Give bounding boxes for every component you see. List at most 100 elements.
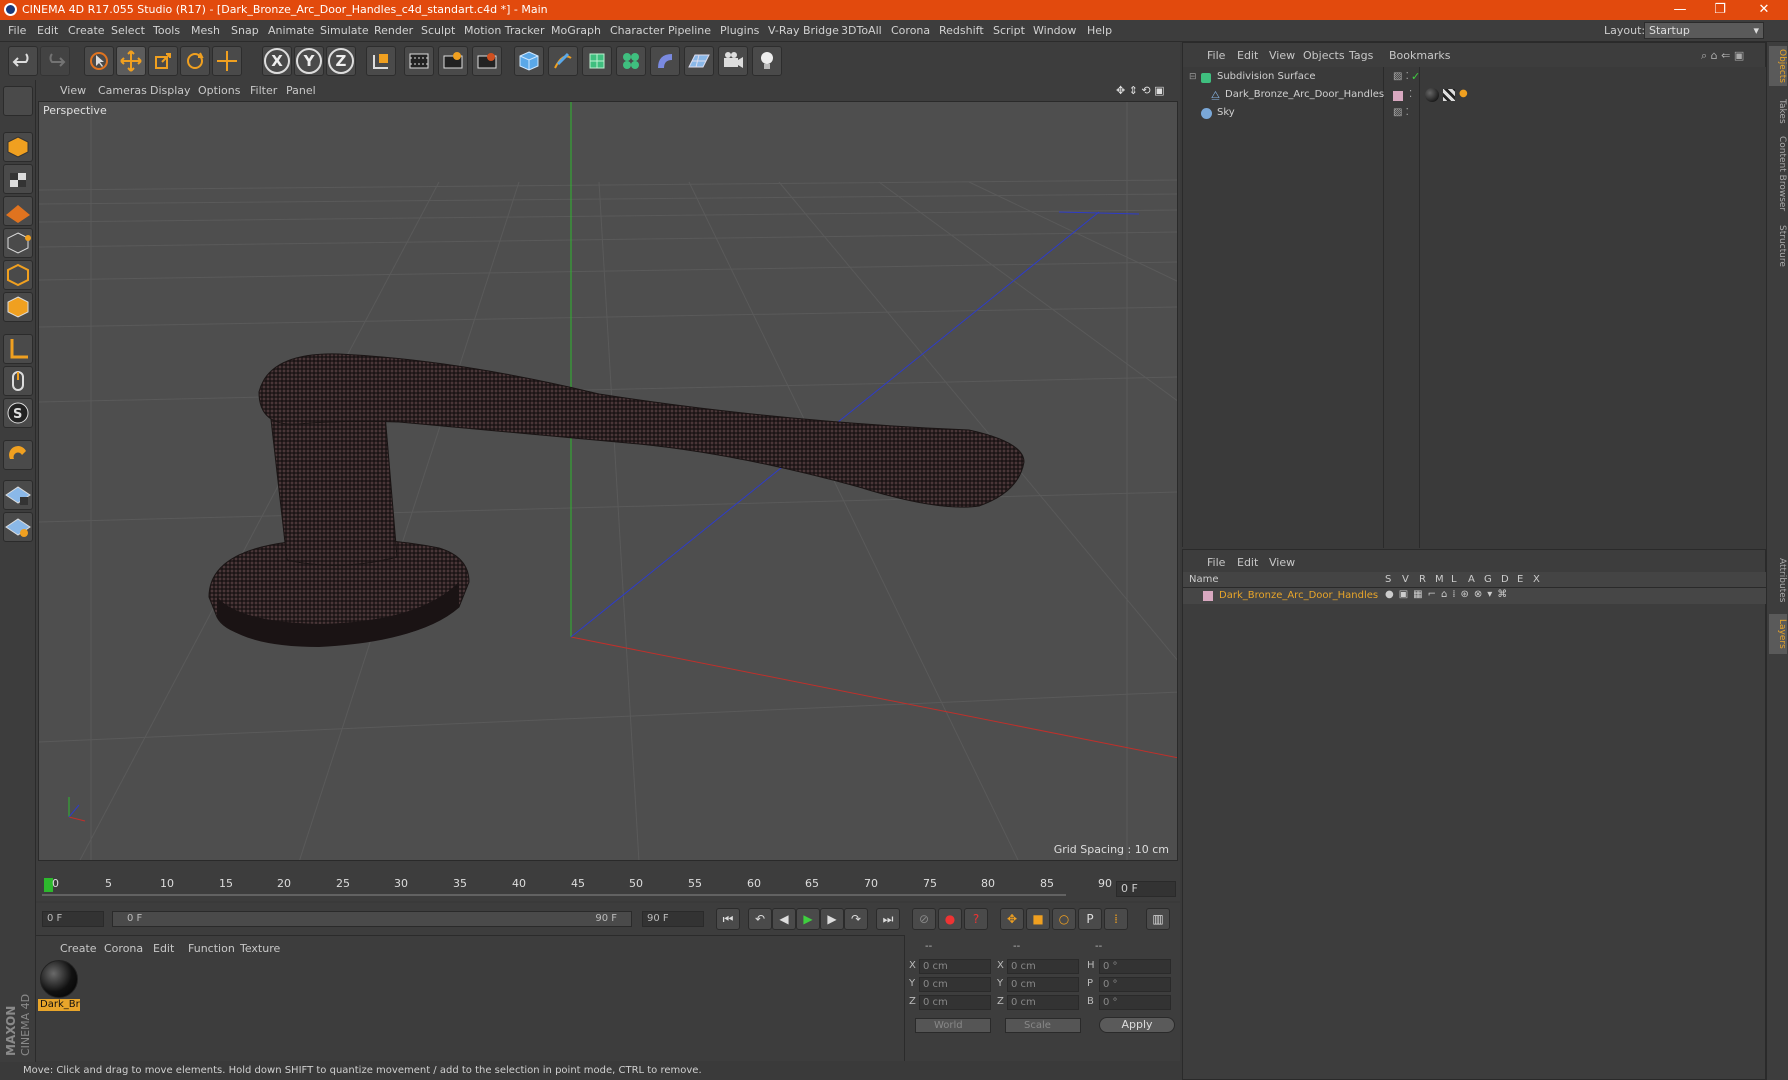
menu-file[interactable]: File (8, 24, 26, 37)
next-key-icon[interactable]: ↷ (844, 908, 868, 930)
texture-tag-icon[interactable] (1443, 89, 1455, 101)
layer-row-door-handles[interactable]: Dark_Bronze_Arc_Door_Handles ●▣▦⌐⌂⁞⊛⊗▾⌘ (1183, 588, 1767, 604)
tab-objects[interactable]: Objects (1769, 46, 1787, 86)
keyframe-selection-icon[interactable]: ? (964, 908, 988, 930)
material-name-label[interactable]: Dark_Br (38, 999, 80, 1011)
solo-mode-icon[interactable]: S (3, 398, 33, 428)
material-tag-icon[interactable] (1425, 88, 1439, 102)
layout-dropdown[interactable]: Startup (1644, 22, 1764, 39)
enabled-check-icon[interactable]: ✓ (1411, 70, 1420, 83)
key-position-icon[interactable]: ✥ (1000, 908, 1024, 930)
coordinate-space-dropdown[interactable]: World (915, 1018, 991, 1033)
frame-range-slider[interactable]: 0 F 90 F (112, 911, 632, 927)
size-x-field[interactable]: 0 cm (1007, 959, 1079, 974)
object-manager-nav-icons[interactable]: ⌕ ⌂ ⇐ ▣ (1701, 49, 1744, 63)
live-selection-icon[interactable] (212, 46, 242, 76)
redo-icon[interactable] (40, 46, 70, 76)
camera-icon[interactable] (718, 46, 748, 76)
material-menu-create[interactable]: Create (60, 942, 97, 955)
object-menu-bookmarks[interactable]: Bookmarks (1389, 49, 1450, 62)
layer-col-solo[interactable]: S (1385, 574, 1391, 585)
floor-icon[interactable] (684, 46, 714, 76)
rotation-h-field[interactable]: 0 ° (1099, 959, 1171, 974)
layer-menu-view[interactable]: View (1269, 556, 1295, 569)
key-parameter-icon[interactable]: P (1078, 908, 1102, 930)
menu-help[interactable]: Help (1087, 24, 1112, 37)
menu-script[interactable]: Script (993, 24, 1025, 37)
subdivision-surface-icon[interactable] (582, 46, 612, 76)
object-menu-edit[interactable]: Edit (1237, 49, 1258, 62)
go-to-start-icon[interactable]: ⏮ (716, 908, 740, 930)
restore-button[interactable]: ❐ (1700, 1, 1740, 19)
viewport-menu-cameras[interactable]: Cameras (98, 84, 147, 97)
layer-color-swatch[interactable] (1203, 591, 1213, 601)
layer-menu-file[interactable]: File (1207, 556, 1225, 569)
menu-motion-tracker[interactable]: Motion Tracker (464, 24, 544, 37)
rotate-icon[interactable] (180, 46, 210, 76)
material-menu-edit[interactable]: Edit (153, 942, 174, 955)
layer-name[interactable]: Dark_Bronze_Arc_Door_Handles (1219, 590, 1378, 601)
previous-key-icon[interactable]: ↶ (748, 908, 772, 930)
menu-3dtoall[interactable]: 3DToAll (841, 24, 882, 37)
snap-settings-icon[interactable] (3, 512, 33, 542)
move-icon[interactable] (116, 46, 146, 76)
menu-mesh[interactable]: Mesh (191, 24, 220, 37)
axis-x-icon[interactable]: X (262, 46, 292, 76)
axis-z-icon[interactable]: Z (326, 46, 356, 76)
menu-plugins[interactable]: Plugins (720, 24, 759, 37)
key-scale-icon[interactable]: ■ (1026, 908, 1050, 930)
record-keys-icon[interactable]: ⊘ (912, 908, 936, 930)
key-rotation-icon[interactable]: ○ (1052, 908, 1076, 930)
menu-character[interactable]: Character (610, 24, 664, 37)
layer-menu-edit[interactable]: Edit (1237, 556, 1258, 569)
snap-grid-icon[interactable] (3, 480, 33, 510)
timeline-ruler[interactable]: 0 5 10 15 20 25 30 35 40 45 50 55 60 65 … (36, 875, 1180, 901)
object-menu-objects[interactable]: Objects (1303, 49, 1345, 62)
position-y-field[interactable]: 0 cm (919, 977, 991, 992)
layer-col-view[interactable]: V (1402, 574, 1409, 585)
menu-vray-bridge[interactable]: V-Ray Bridge (768, 24, 839, 37)
texture-mode-icon[interactable] (3, 164, 33, 194)
position-x-field[interactable]: 0 cm (919, 959, 991, 974)
layer-col-generators[interactable]: G (1484, 574, 1492, 585)
cloner-icon[interactable] (616, 46, 646, 76)
go-to-end-icon[interactable]: ⏭ (876, 908, 900, 930)
scale-icon[interactable] (148, 46, 178, 76)
material-menu-corona[interactable]: Corona (104, 942, 143, 955)
size-mode-dropdown[interactable]: Scale (1005, 1018, 1081, 1033)
layer-col-animation[interactable]: A (1468, 574, 1475, 585)
rotation-b-field[interactable]: 0 ° (1099, 995, 1171, 1010)
size-y-field[interactable]: 0 cm (1007, 977, 1079, 992)
tab-attributes[interactable]: Attributes (1769, 552, 1787, 608)
next-frame-icon[interactable]: ▶ (820, 908, 844, 930)
menu-tools[interactable]: Tools (153, 24, 180, 37)
edit-render-settings-icon[interactable] (472, 46, 502, 76)
object-row-subdivision-surface[interactable]: ⊟ Subdivision Surface ▨ ⁚ ✓ (1187, 69, 1761, 87)
tab-takes[interactable]: Takes (1769, 94, 1787, 128)
material-menu-function[interactable]: Function (188, 942, 235, 955)
menu-corona[interactable]: Corona (891, 24, 930, 37)
object-menu-tags[interactable]: Tags (1349, 49, 1373, 62)
play-icon[interactable]: ▶ (796, 908, 820, 930)
light-icon[interactable] (752, 46, 782, 76)
object-row-door-handles[interactable]: ⧋ Dark_Bronze_Arc_Door_Handles ⁚ ● (1187, 87, 1761, 105)
viewport-menu-view[interactable]: View (60, 84, 86, 97)
collapse-toggle-icon[interactable]: ⊟ (1189, 72, 1197, 82)
menu-pipeline[interactable]: Pipeline (668, 24, 711, 37)
start-frame-field[interactable]: 0 F (42, 911, 104, 927)
current-frame-field[interactable]: 0 F (1116, 881, 1176, 897)
tab-structure[interactable]: Structure (1769, 220, 1787, 272)
autokey-icon[interactable]: ● (938, 908, 962, 930)
menu-edit[interactable]: Edit (37, 24, 58, 37)
end-frame-field[interactable]: 90 F (642, 911, 704, 927)
menu-window[interactable]: Window (1033, 24, 1076, 37)
workplane-icon[interactable] (3, 196, 33, 226)
undo-icon[interactable] (8, 46, 38, 76)
tab-content-browser[interactable]: Content Browser (1769, 134, 1787, 214)
menu-simulate[interactable]: Simulate (320, 24, 369, 37)
make-editable-icon[interactable] (3, 86, 33, 116)
previous-frame-icon[interactable]: ◀ (772, 908, 796, 930)
key-pla-icon[interactable]: ⁞ (1104, 908, 1128, 930)
object-row-sky[interactable]: Sky ▨ ⁚ (1187, 105, 1761, 123)
render-view-icon[interactable] (404, 46, 434, 76)
